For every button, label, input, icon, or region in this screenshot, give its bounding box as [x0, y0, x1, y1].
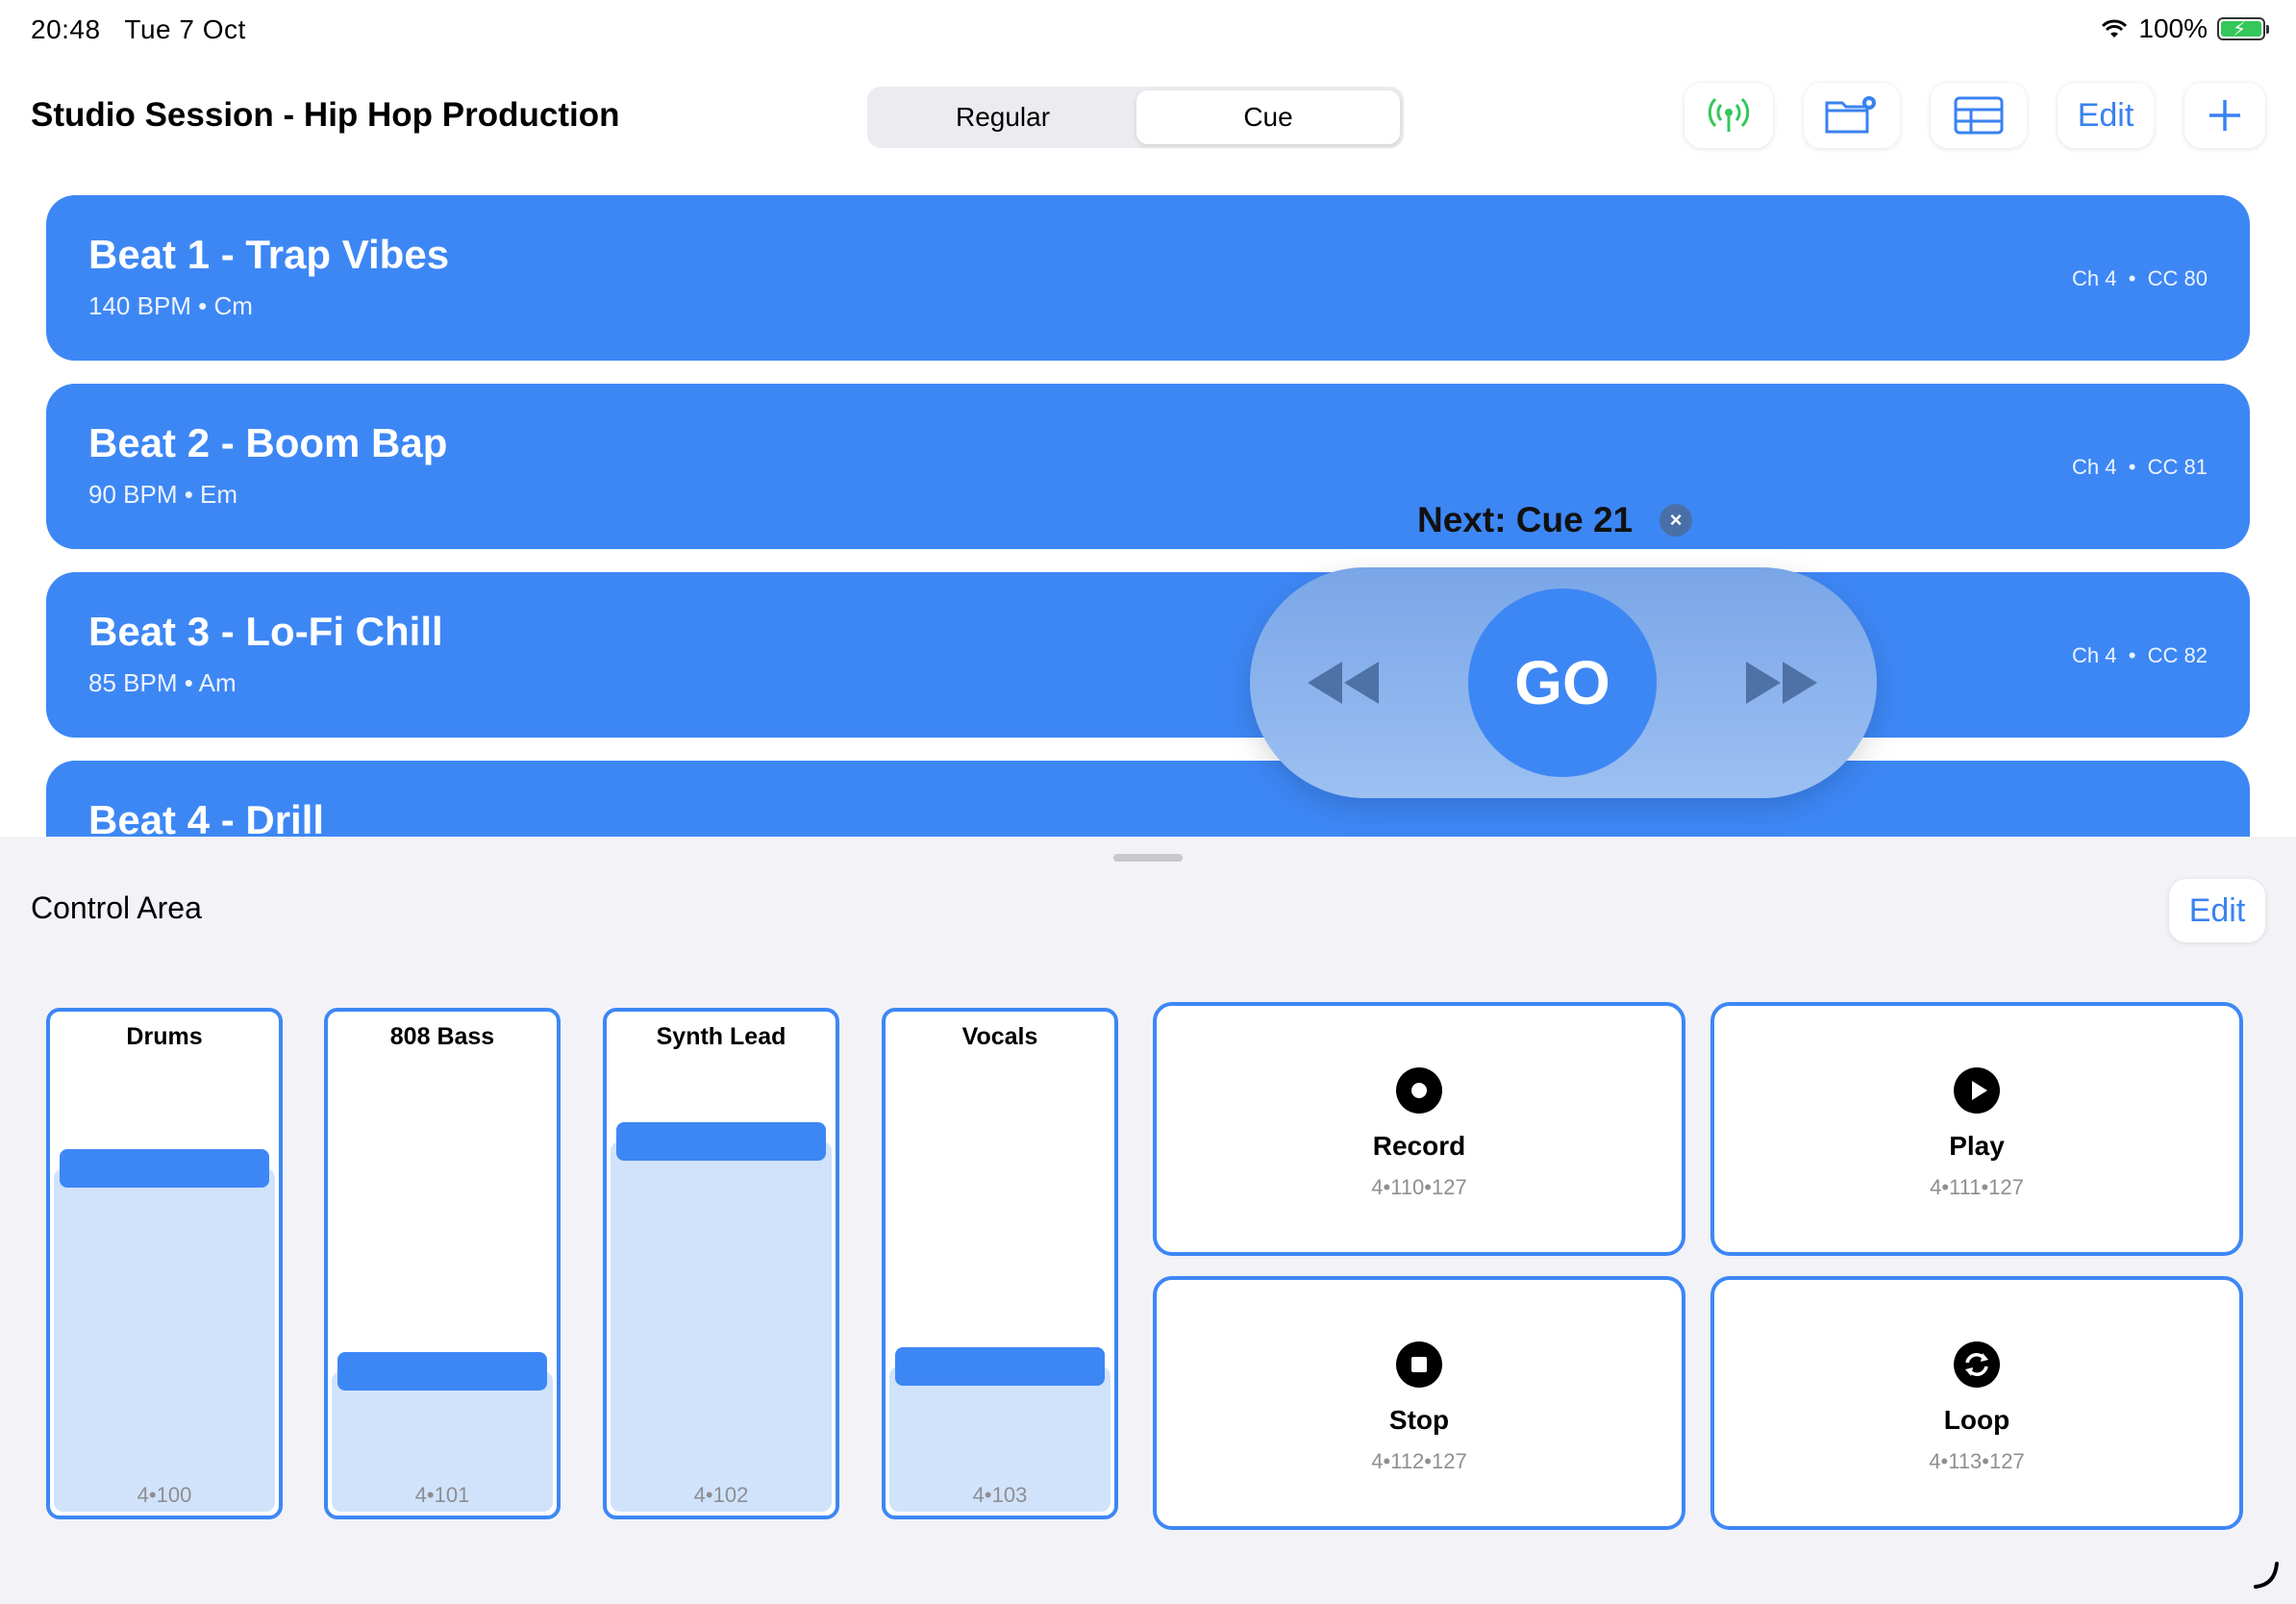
- battery-charging-icon: ⚡: [2217, 17, 2269, 40]
- cue-title: Beat 2 - Boom Bap: [88, 420, 448, 465]
- table-icon: [1954, 96, 2004, 135]
- fader-handle[interactable]: [60, 1148, 269, 1188]
- control-area-edit-button[interactable]: Edit: [2169, 879, 2265, 942]
- edit-button[interactable]: Edit: [2058, 83, 2154, 148]
- cue-subtitle: 90 BPM • Em: [88, 480, 238, 509]
- fader-drums[interactable]: Drums 4•100: [46, 1008, 283, 1519]
- pad-midi-code: 4•112•127: [1371, 1449, 1467, 1473]
- page-title: Studio Session - Hip Hop Production: [31, 96, 620, 134]
- cue-subtitle: 140 BPM • Cm: [88, 291, 253, 320]
- clear-next-button[interactable]: ×: [1660, 504, 1692, 537]
- mode-segmented-control: Regular Cue: [867, 87, 1404, 148]
- pad-label: Play: [1949, 1131, 2005, 1161]
- fader-fill: [611, 1140, 832, 1512]
- fader-fill: [54, 1167, 275, 1512]
- play-pad[interactable]: Play 4•111•127: [1710, 1002, 2243, 1256]
- cue-row[interactable]: Beat 1 - Trap Vibes 140 BPM • Cm Ch 4 • …: [46, 195, 2250, 361]
- fast-forward-icon[interactable]: [1742, 656, 1823, 710]
- segment-regular[interactable]: Regular: [871, 90, 1135, 144]
- fader-synth-lead[interactable]: Synth Lead 4•102: [603, 1008, 839, 1519]
- pad-label: Stop: [1388, 1405, 1450, 1435]
- fader-midi-code: 4•103: [972, 1483, 1028, 1507]
- cue-midi-info: Ch 4 • CC 81: [2072, 455, 2208, 479]
- cue-title: Beat 1 - Trap Vibes: [88, 232, 450, 277]
- clear-icon: ×: [1669, 508, 1683, 532]
- status-indicators: 100% ⚡: [2100, 13, 2269, 44]
- loop-pad[interactable]: Loop 4•113•127: [1710, 1276, 2243, 1530]
- resize-grip-icon[interactable]: [2246, 1554, 2284, 1592]
- segment-cue[interactable]: Cue: [1136, 90, 1400, 144]
- play-icon: [1954, 1067, 2000, 1114]
- pad-label: Record: [1372, 1131, 1466, 1161]
- fader-label: Vocals: [961, 1023, 1038, 1050]
- pad-midi-code: 4•113•127: [1929, 1449, 2025, 1473]
- add-cue-button[interactable]: [2184, 83, 2265, 148]
- cue-title: Beat 3 - Lo-Fi Chill: [88, 609, 443, 654]
- cue-row[interactable]: Beat 2 - Boom Bap 90 BPM • Em Ch 4 • CC …: [46, 384, 2250, 549]
- stop-pad[interactable]: Stop 4•112•127: [1153, 1276, 1685, 1530]
- pad-midi-code: 4•110•127: [1371, 1175, 1467, 1199]
- cue-midi-info: Ch 4 • CC 82: [2072, 643, 2208, 667]
- stop-icon: [1396, 1341, 1442, 1388]
- fader-handle[interactable]: [895, 1346, 1105, 1386]
- cue-row[interactable]: Beat 3 - Lo-Fi Chill 85 BPM • Am Ch 4 • …: [46, 572, 2250, 738]
- status-time: 20:48 Tue 7 Oct: [31, 14, 246, 44]
- fader-midi-code: 4•102: [693, 1483, 749, 1507]
- loop-icon: [1954, 1341, 2000, 1388]
- folder-settings-icon: [1825, 96, 1876, 134]
- toolbar: Studio Session - Hip Hop Production Regu…: [0, 77, 2296, 160]
- cue-subtitle: 85 BPM • Am: [88, 668, 237, 697]
- broadcast-icon: [1708, 97, 1750, 132]
- plus-icon: [2209, 100, 2240, 131]
- fader-handle[interactable]: [616, 1121, 826, 1161]
- fader-midi-code: 4•101: [414, 1483, 470, 1507]
- sheet-drag-handle[interactable]: [1113, 854, 1183, 862]
- status-date: Tue 7 Oct: [124, 14, 246, 44]
- fader-handle[interactable]: [337, 1351, 547, 1391]
- fader-808-bass[interactable]: 808 Bass 4•101: [324, 1008, 561, 1519]
- pad-midi-code: 4•111•127: [1930, 1175, 2024, 1199]
- status-bar: 20:48 Tue 7 Oct 100% ⚡: [0, 0, 2296, 58]
- table-view-button[interactable]: [1931, 83, 2027, 148]
- fader-label: Drums: [126, 1023, 203, 1050]
- fader-label: Synth Lead: [656, 1023, 786, 1050]
- wifi-icon: [2102, 19, 2128, 38]
- broadcast-button[interactable]: [1685, 83, 1773, 148]
- cue-midi-info: Ch 4 • CC 80: [2072, 266, 2208, 290]
- record-pad[interactable]: Record 4•110•127: [1153, 1002, 1685, 1256]
- folder-settings-button[interactable]: [1804, 83, 1900, 148]
- next-cue-label: Next: Cue 21: [1417, 500, 1634, 539]
- fader-vocals[interactable]: Vocals 4•103: [882, 1008, 1118, 1519]
- fader-midi-code: 4•100: [137, 1483, 192, 1507]
- fader-label: 808 Bass: [389, 1023, 495, 1050]
- control-area: Control Area Edit Drums 4•100 808 Bass 4…: [0, 837, 2296, 1604]
- record-icon: [1396, 1067, 1442, 1114]
- pad-label: Loop: [1943, 1405, 2010, 1435]
- rewind-icon[interactable]: [1304, 656, 1385, 710]
- go-button[interactable]: GO: [1468, 589, 1657, 777]
- battery-percent: 100%: [2138, 13, 2208, 43]
- control-area-title: Control Area: [31, 890, 202, 925]
